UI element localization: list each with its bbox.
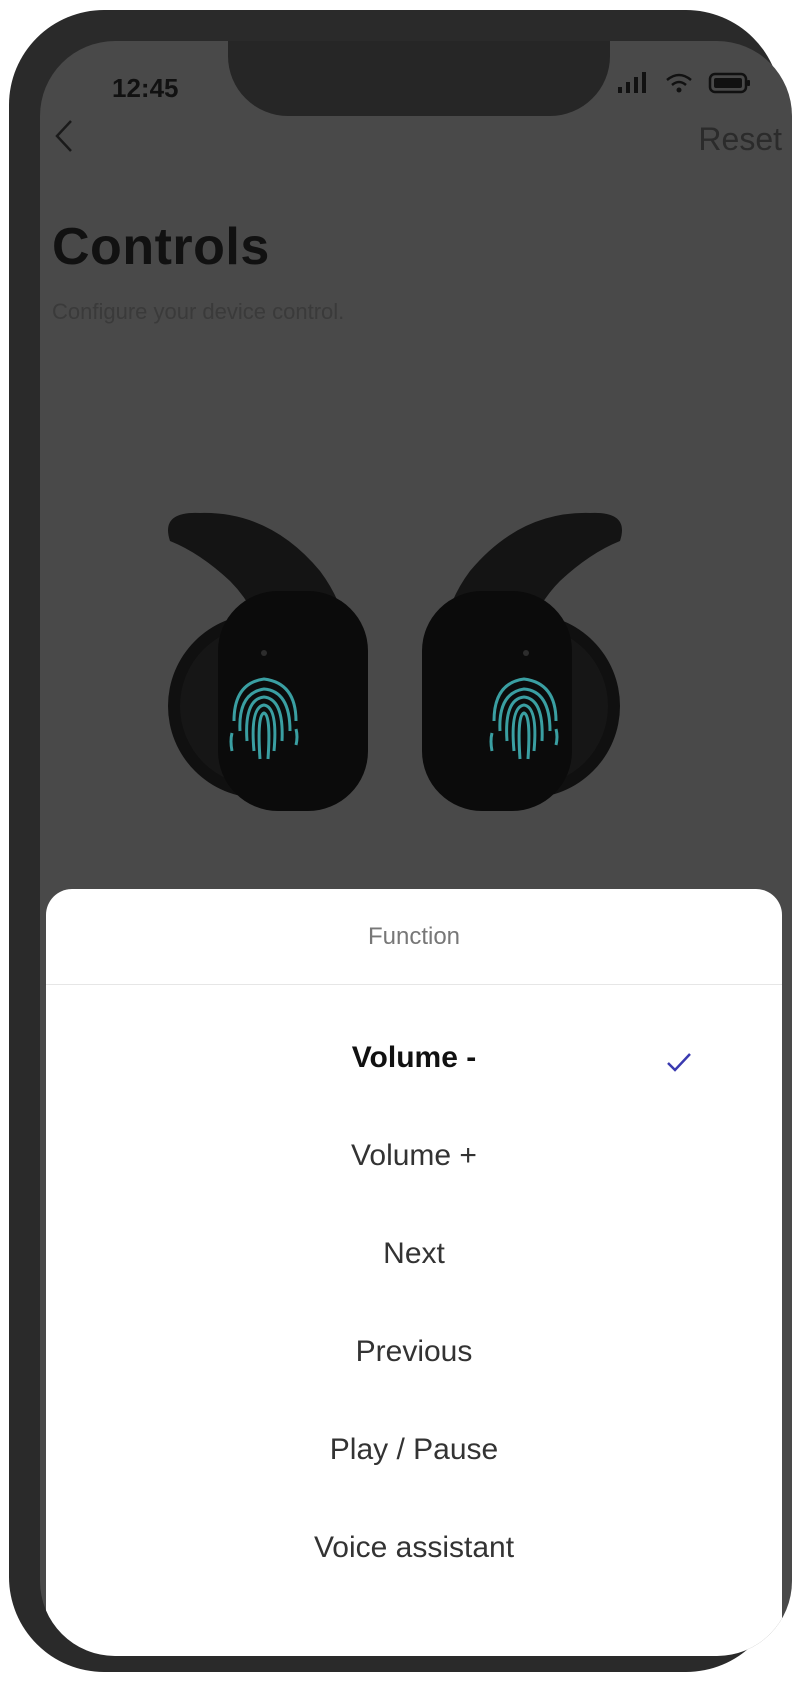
phone-frame: 12:45 Reset Controls Configure your devi…: [9, 10, 792, 1672]
earbuds-image: [168, 512, 622, 811]
checkmark-icon: [666, 1047, 692, 1072]
option-label: Volume -: [351, 1041, 477, 1074]
reset-button[interactable]: Reset: [698, 121, 782, 158]
left-earbud: [168, 512, 368, 811]
screen: 12:45 Reset Controls Configure your devi…: [40, 41, 792, 1656]
back-button[interactable]: [44, 113, 84, 163]
chevron-left-icon: [53, 118, 75, 159]
status-time: 12:45: [112, 73, 179, 103]
sheet-title: Function: [46, 889, 782, 985]
page-subtitle: Configure your device control.: [52, 299, 345, 324]
option-label: Voice assistant: [313, 1531, 515, 1564]
option-previous[interactable]: Previous: [46, 1317, 782, 1387]
function-sheet: Function Volume - Volume + Next Previous: [46, 889, 782, 1656]
page-title: Controls: [52, 218, 270, 276]
option-label: Next: [383, 1237, 445, 1270]
option-label: Previous: [355, 1335, 473, 1368]
status-icons: [616, 71, 752, 100]
option-voice-assistant[interactable]: Voice assistant: [46, 1513, 782, 1583]
option-label: Play / Pause: [329, 1433, 499, 1466]
option-volume-up[interactable]: Volume +: [46, 1121, 782, 1191]
option-label: Volume +: [351, 1139, 477, 1172]
signal-icon: [616, 71, 650, 100]
battery-icon: [708, 71, 752, 100]
wifi-icon: [664, 71, 694, 100]
option-play-pause[interactable]: Play / Pause: [46, 1415, 782, 1485]
option-volume-down[interactable]: Volume -: [46, 1023, 782, 1093]
notch: [228, 41, 610, 116]
option-next[interactable]: Next: [46, 1219, 782, 1289]
right-earbud: [422, 512, 622, 811]
